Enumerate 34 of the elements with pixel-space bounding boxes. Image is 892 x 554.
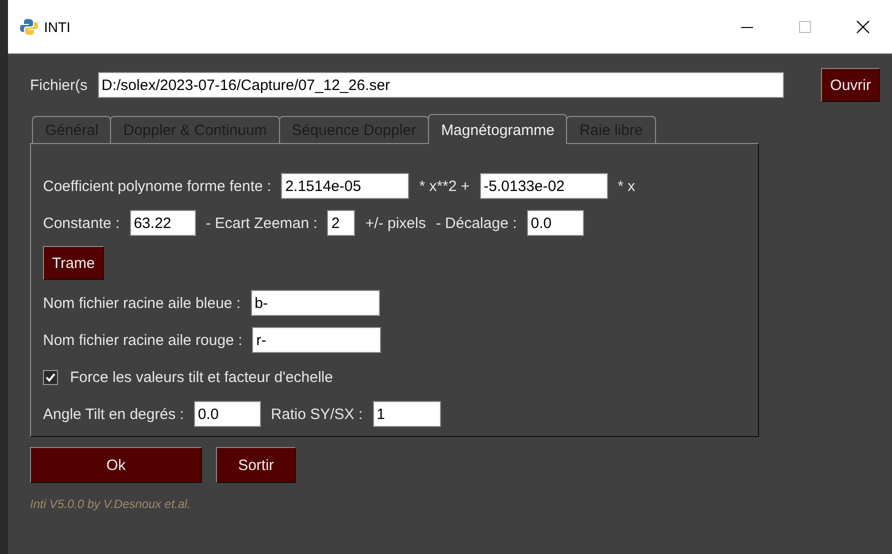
- python-logo-icon: [20, 18, 38, 36]
- version-credit: Inti V5.0.0 by V.Desnoux et.al.: [30, 497, 192, 511]
- file-label: Fichier(s: [30, 76, 88, 94]
- input-field[interactable]: 1: [372, 401, 441, 427]
- input-field[interactable]: -5.0133e-02: [480, 173, 608, 199]
- checkmark-icon: [45, 372, 56, 382]
- action-button[interactable]: Sortir: [216, 447, 296, 483]
- field-label: Angle Tilt en degrés :: [43, 406, 184, 422]
- field-label: * x**2 +: [419, 178, 470, 194]
- field-label: +/- pixels: [365, 214, 426, 232]
- input-field[interactable]: r-: [252, 327, 382, 353]
- tab[interactable]: Magnétogramme: [428, 114, 568, 144]
- field-label: Nom fichier racine aile rouge :: [43, 332, 242, 348]
- checkbox-label: Force les valeurs tilt et facteur d'echelle: [70, 368, 333, 386]
- input-field[interactable]: 2.1514e-05: [281, 173, 410, 199]
- field-label: * x: [618, 178, 636, 194]
- input-field[interactable]: 0.0: [526, 210, 584, 236]
- checkbox[interactable]: [43, 370, 58, 384]
- trame-button[interactable]: Trame: [43, 246, 104, 280]
- input-field[interactable]: 0.0: [194, 401, 261, 427]
- window-title: INTI: [44, 18, 72, 34]
- action-button[interactable]: Ok: [30, 447, 202, 483]
- field-label: Coefficient polynome forme fente :: [43, 178, 272, 194]
- open-button[interactable]: Ouvrir: [821, 68, 880, 102]
- field-label: - Décalage :: [436, 214, 517, 232]
- input-field[interactable]: b-: [250, 290, 380, 316]
- file-path-field[interactable]: D:/solex/2023-07-16/Capture/07_12_26.ser: [98, 72, 784, 98]
- input-field[interactable]: 63.22: [130, 210, 196, 236]
- field-label: Nom fichier racine aile bleue :: [43, 294, 241, 312]
- input-field[interactable]: 2: [327, 210, 356, 236]
- field-label: Ratio SY/SX :: [270, 406, 363, 422]
- field-label: - Ecart Zeeman :: [206, 214, 318, 232]
- field-label: Constante :: [43, 214, 120, 232]
- close-icon[interactable]: [855, 18, 871, 34]
